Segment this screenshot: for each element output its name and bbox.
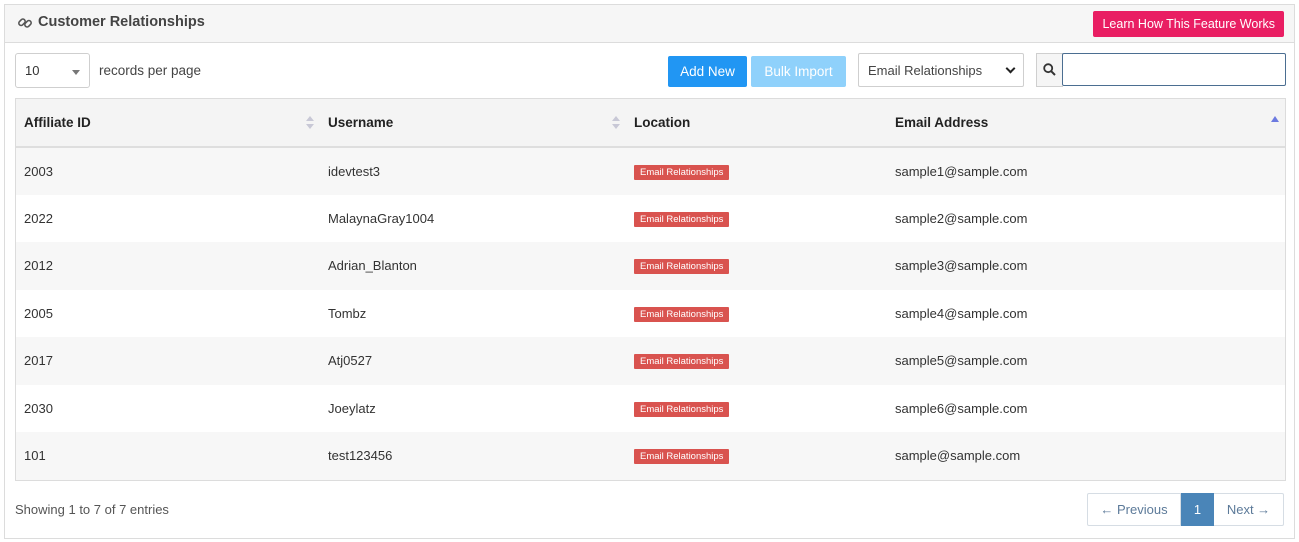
username-cell: Atj0527 <box>328 353 373 369</box>
caret-down-icon <box>72 70 80 75</box>
table-info: Showing 1 to 7 of 7 entries <box>15 502 169 517</box>
affiliate-id-cell: 2005 <box>24 305 53 321</box>
location-cell: Email Relationships <box>626 385 887 433</box>
location-badge: Email Relationships <box>634 449 730 465</box>
bulk-import-button[interactable]: Bulk Import <box>751 56 846 87</box>
column-header-username[interactable]: Username <box>320 99 626 147</box>
table-row: 2005 Tombz Email Relationships sample4@s… <box>16 289 1285 338</box>
location-badge: Email Relationships <box>634 306 730 322</box>
username-cell: Tombz <box>328 305 367 321</box>
column-label: Affiliate ID <box>24 115 91 130</box>
location-cell: Email Relationships <box>626 195 887 243</box>
relationships-table: Affiliate ID Username Location Email Add… <box>15 98 1286 481</box>
next-page-button[interactable]: Next → <box>1214 493 1284 526</box>
location-badge: Email Relationships <box>634 259 730 275</box>
pagination: ← Previous 1 Next → <box>1087 493 1284 526</box>
location-cell: Email Relationships <box>626 147 887 195</box>
column-label: Email Address <box>895 115 989 130</box>
sort-icon <box>306 115 314 131</box>
search-icon <box>1043 63 1056 76</box>
email-cell: sample@sample.com <box>895 448 1021 464</box>
location-badge: Email Relationships <box>634 401 730 417</box>
table-toolbar: 10 records per page Add New Bulk Import … <box>15 53 1286 89</box>
column-label: Location <box>634 115 691 130</box>
table-row: 2030 Joeylatz Email Relationships sample… <box>16 384 1285 433</box>
affiliate-id-cell: 2012 <box>24 258 53 274</box>
email-cell: sample6@sample.com <box>895 400 1028 416</box>
location-cell: Email Relationships <box>626 337 887 385</box>
previous-page-button[interactable]: ← Previous <box>1087 493 1181 526</box>
email-cell: sample3@sample.com <box>895 258 1028 274</box>
location-cell: Email Relationships <box>626 242 887 290</box>
records-per-page-label: records per page <box>99 63 202 78</box>
email-cell: sample1@sample.com <box>895 163 1028 179</box>
username-cell: test123456 <box>328 448 393 464</box>
table-row: 2003 idevtest3 Email Relationships sampl… <box>16 147 1285 195</box>
username-cell: Joeylatz <box>328 400 376 416</box>
column-header-affiliate-id[interactable]: Affiliate ID <box>16 99 320 147</box>
column-header-location: Location <box>626 99 887 147</box>
add-new-button[interactable]: Add New <box>668 56 747 87</box>
relationship-filter-select[interactable]: Email Relationships <box>858 53 1024 87</box>
username-cell: idevtest3 <box>328 163 381 179</box>
sort-icon <box>612 115 620 131</box>
table-row: 2017 Atj0527 Email Relationships sample5… <box>16 337 1285 385</box>
filter-value: Email Relationships <box>868 63 983 78</box>
records-per-page-select[interactable]: 10 <box>15 53 90 88</box>
location-badge: Email Relationships <box>634 164 730 180</box>
location-badge: Email Relationships <box>634 354 730 370</box>
email-cell: sample4@sample.com <box>895 305 1028 321</box>
username-cell: Adrian_Blanton <box>328 258 417 274</box>
search-addon <box>1036 53 1063 87</box>
column-label: Username <box>328 115 394 130</box>
page-title: Customer Relationships <box>38 14 205 30</box>
email-cell: sample2@sample.com <box>895 210 1028 226</box>
location-cell: Email Relationships <box>626 290 887 338</box>
column-header-email-address[interactable]: Email Address <box>887 99 1285 147</box>
sort-asc-icon <box>1271 116 1279 122</box>
customer-relationships-panel: Customer Relationships Learn How This Fe… <box>4 4 1295 539</box>
affiliate-id-cell: 2003 <box>24 163 53 179</box>
email-cell: sample5@sample.com <box>895 353 1028 369</box>
panel-header: Customer Relationships Learn How This Fe… <box>5 5 1294 43</box>
username-cell: MalaynaGray1004 <box>328 210 435 226</box>
link-icon <box>18 18 32 28</box>
affiliate-id-cell: 101 <box>24 448 46 464</box>
table-row: 2022 MalaynaGray1004 Email Relationships… <box>16 194 1285 243</box>
affiliate-id-cell: 2022 <box>24 210 53 226</box>
table-row: 2012 Adrian_Blanton Email Relationships … <box>16 242 1285 290</box>
table-row: 101 test123456 Email Relationships sampl… <box>16 432 1285 480</box>
records-per-page-value: 10 <box>25 63 40 78</box>
learn-how-button[interactable]: Learn How This Feature Works <box>1093 11 1284 37</box>
affiliate-id-cell: 2030 <box>24 400 53 416</box>
chevron-down-icon <box>1005 63 1016 74</box>
location-cell: Email Relationships <box>626 432 887 480</box>
affiliate-id-cell: 2017 <box>24 353 53 369</box>
table-header-row: Affiliate ID Username Location Email Add… <box>16 99 1285 147</box>
search-input[interactable] <box>1062 53 1286 86</box>
page-1-button[interactable]: 1 <box>1181 493 1214 526</box>
location-badge: Email Relationships <box>634 211 730 227</box>
